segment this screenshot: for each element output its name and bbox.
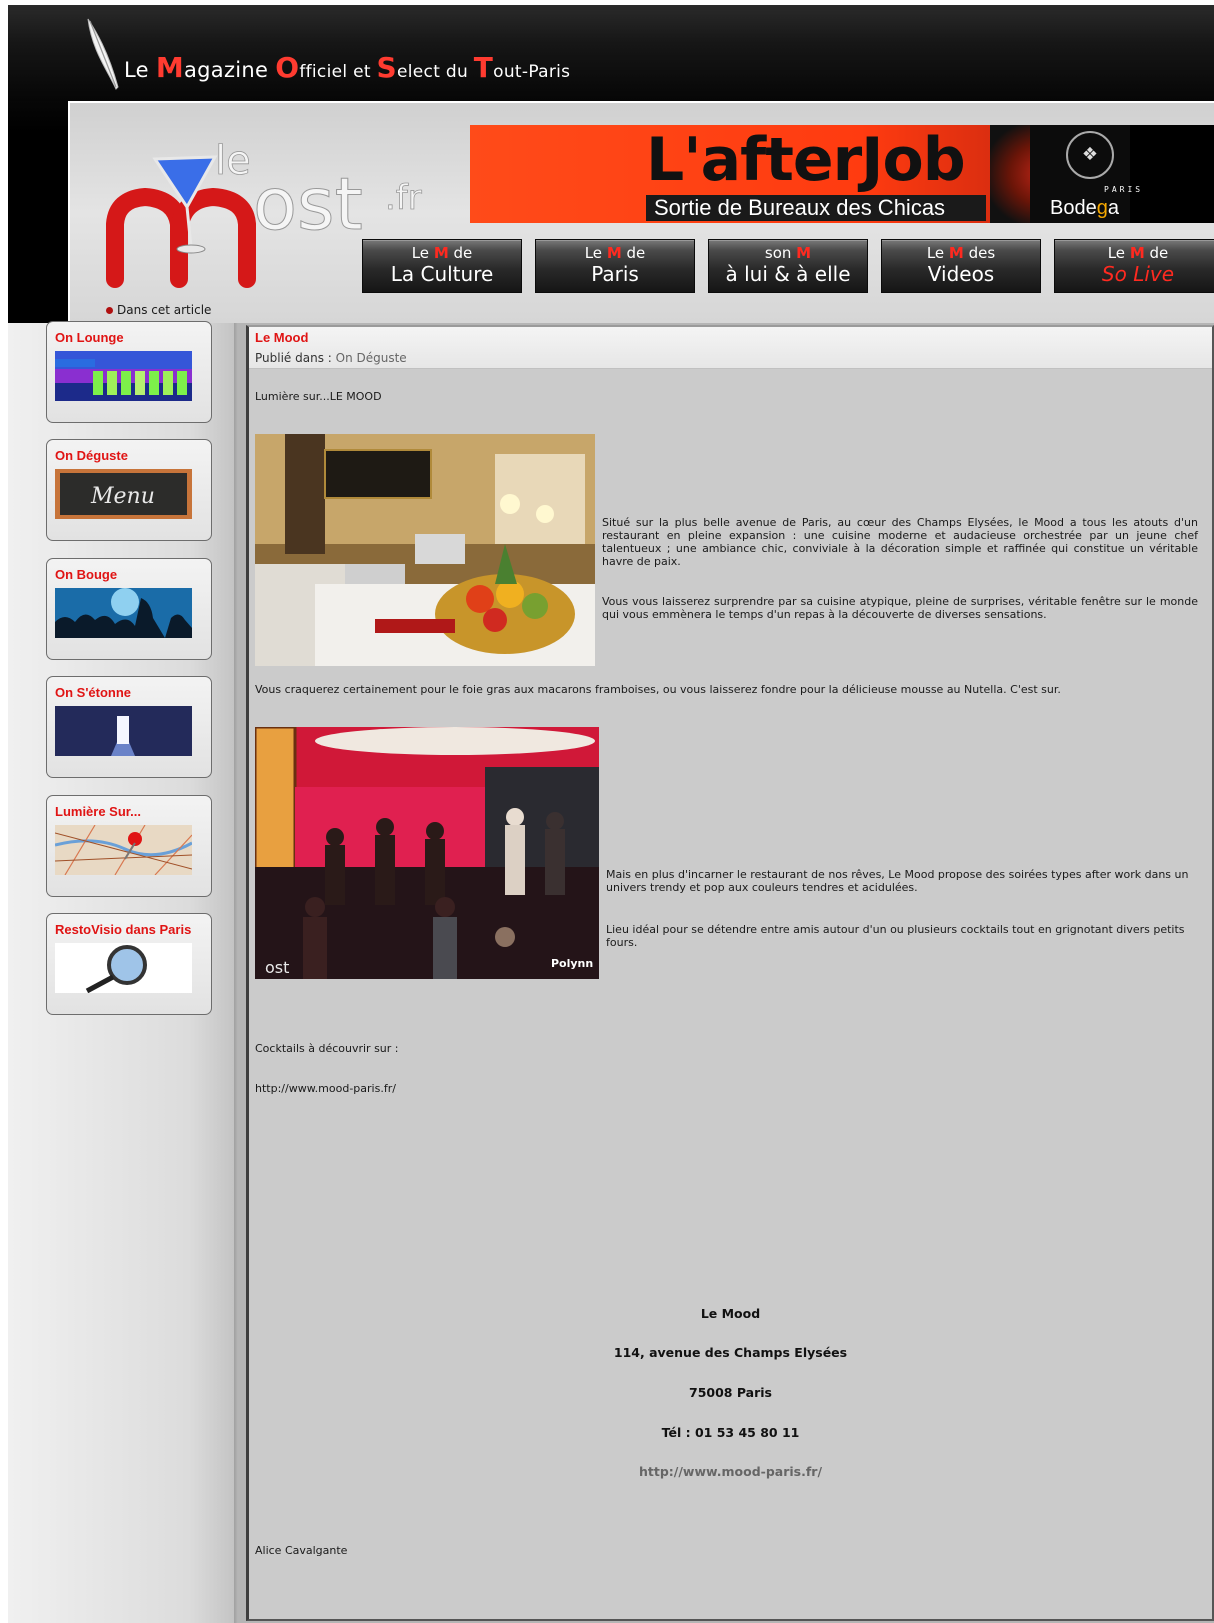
website-link[interactable]: http://www.mood-paris.fr/ [255,1082,396,1095]
cocktails-label: Cocktails à découvrir sur : [255,1042,399,1055]
article-header: Le Mood Publié dans : On Déguste [249,327,1212,369]
article-author: Alice Cavalgante [255,1544,348,1557]
sidebar-item-lumiere-sur[interactable]: Lumière Sur... [46,795,212,897]
article-paragraph-1: Situé sur la plus belle avenue de Paris,… [602,516,1198,568]
map-pin-thumbnail [55,825,192,875]
lit-doorway-thumbnail [55,706,192,756]
top-strip: Le Magazine Officiel et Select du Tout-P… [8,5,1214,101]
main-navigation: Le M de La Culture Le M de Paris son M à… [362,239,1214,293]
dancing-crowd-thumbnail [55,588,192,638]
svg-text:Polynn: Polynn [551,957,593,970]
article-panel: Le Mood Publié dans : On Déguste Lumière… [246,325,1214,1621]
sidebar-item-label: On Lounge [55,330,124,345]
svg-text:ost: ost [253,162,363,246]
svg-text:ost: ost [265,958,289,977]
category-sidebar: On Lounge On Déguste Menu On Bouge On S'… [8,321,246,1623]
soiree-photo: ost Polynn [255,727,599,979]
sidebar-item-on-setonne[interactable]: On S'étonne [46,676,212,778]
article-paragraph-4: Mais en plus d'incarner le restaurant de… [606,868,1189,894]
article-meta: Publié dans : On Déguste [255,351,407,365]
buffet-photo [255,434,595,666]
nav-videos[interactable]: Le M des Videos [881,239,1041,293]
article-paragraph-5: Lieu idéal pour se détendre entre amis a… [606,923,1185,949]
cercle-elite-logo-icon: ❖ [1066,131,1114,179]
sidebar-item-on-bouge[interactable]: On Bouge [46,558,212,660]
nav-la-culture[interactable]: Le M de La Culture [362,239,522,293]
sidebar-item-label: On S'étonne [55,685,132,700]
venue-name: Le Mood [700,1306,761,1321]
site-header: Le Magazine Officiel et Select du Tout-P… [8,5,1214,323]
banner-subtitle: Sortie de Bureaux des Chicas [646,195,986,221]
svg-text:.fr: .fr [385,178,422,218]
article-paragraph-2: Vous vous laisserez surprendre par sa cu… [602,595,1198,621]
article-intro: Lumière sur...LE MOOD [255,390,382,403]
category-link[interactable]: On Déguste [336,351,407,365]
bullet-icon [106,307,113,314]
main-content-area: Le Mood Publié dans : On Déguste Lumière… [238,323,1214,1623]
sidebar-item-label: Lumière Sur... [55,804,141,819]
magnifier-search-thumbnail [55,943,192,993]
banner-title: L'afterJob [646,125,966,195]
banner-bodega-label: Bodega [1050,197,1119,219]
dans-cet-article-link[interactable]: Dans cet article [106,303,211,317]
sidebar-item-on-lounge[interactable]: On Lounge [46,321,212,423]
svg-text:le: le [215,138,251,184]
svg-text:Menu: Menu [90,484,155,509]
venue-city: 75008 Paris [689,1385,772,1400]
sidebar-item-restovisio[interactable]: RestoVisio dans Paris [46,913,212,1015]
venue-phone: Tél : 01 53 45 80 11 [661,1425,800,1440]
sidebar-item-label: On Déguste [55,448,128,463]
menu-chalkboard-thumbnail: Menu [55,469,192,519]
site-tagline: Le Magazine Officiel et Select du Tout-P… [124,51,571,84]
nav-a-lui-a-elle[interactable]: son M à lui & à elle [708,239,868,293]
article-paragraph-3: Vous craquerez certainement pour le foie… [255,683,1061,696]
quill-icon [87,18,119,90]
banner-paris-label: PARIS [1104,185,1144,194]
sidebar-item-label: RestoVisio dans Paris [55,922,192,937]
sidebar-item-on-deguste[interactable]: On Déguste Menu [46,439,212,541]
nav-so-live[interactable]: Le M de So Live [1054,239,1214,293]
lounge-cocktails-thumbnail [55,351,192,401]
logo-panel: le ost .fr L'afterJob Sortie de Bureaux … [68,101,1214,323]
venue-address: 114, avenue des Champs Elysées [613,1345,848,1360]
afterjob-banner-ad[interactable]: L'afterJob Sortie de Bureaux des Chicas … [470,125,1214,223]
sidebar-item-label: On Bouge [55,567,118,582]
nav-paris[interactable]: Le M de Paris [535,239,695,293]
venue-website-link[interactable]: http://www.mood-paris.fr/ [249,1464,1212,1479]
article-title: Le Mood [255,330,309,345]
